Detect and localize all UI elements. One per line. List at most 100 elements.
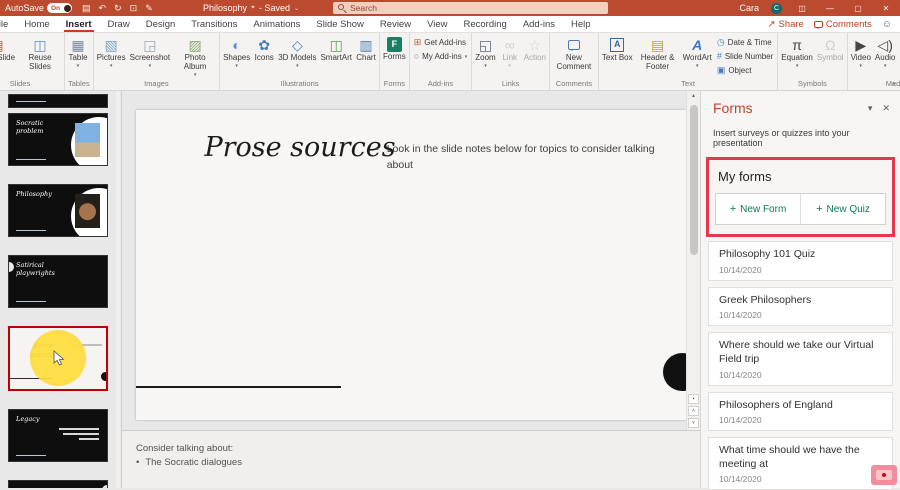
ribbon-photo-album-button[interactable]: ▨ Photo Album ▾ <box>172 34 218 78</box>
forms-list: Philosophy 101 Quiz 10/14/2020 Greek Philo… <box>701 241 900 490</box>
user-name[interactable]: Cara <box>739 3 759 13</box>
tab-recording[interactable]: Recording <box>456 16 515 32</box>
vertical-scrollbar[interactable]: ▴ ▪ ˄ ˅ <box>686 91 700 430</box>
ribbon-date-time-button[interactable]: ◷ Date & Time <box>717 37 773 47</box>
ribbon-text-box-button[interactable]: A Text Box <box>600 34 635 63</box>
button-label: Shapes <box>223 53 251 62</box>
tab-slide-show[interactable]: Slide Show <box>308 16 372 32</box>
comments-button[interactable]: Comments <box>813 19 872 30</box>
previous-slide-button[interactable]: ˄ <box>688 406 699 416</box>
save-icon[interactable]: ▤ <box>82 3 91 14</box>
new-quiz-button[interactable]: + New Quiz <box>800 194 885 224</box>
ribbon-symbol-button[interactable]: Ω Symbol <box>815 34 846 63</box>
ribbon-video-button[interactable]: ▶ Video ▾ <box>849 34 873 69</box>
form-item[interactable]: What time should we have the meeting at 1… <box>708 437 893 490</box>
ribbon-get-add-ins-button[interactable]: ⊞ Get Add-ins <box>414 37 468 47</box>
form-item-name: Greek Philosophers <box>719 293 812 306</box>
tab-draw[interactable]: Draw <box>100 16 138 32</box>
close-button[interactable]: ✕ <box>878 4 894 13</box>
panel-menu-icon[interactable]: ▾ <box>868 103 873 114</box>
form-item[interactable]: Philosophers of England 10/14/2020 <box>708 391 893 432</box>
ribbon-new-slide-button[interactable]: ▤New Slide▾ <box>0 34 17 69</box>
feedback-smiley-icon[interactable]: ☺ <box>882 19 892 30</box>
ribbon-display-options-icon[interactable]: ◫ <box>794 4 810 13</box>
ribbon-group-label: Links <box>501 79 520 88</box>
slide-thumbnail-5[interactable]: Prose sources <box>8 326 108 391</box>
ribbon-wordart-button[interactable]: A WordArt ▾ <box>681 34 714 69</box>
panel-close-icon[interactable]: ✕ <box>882 103 890 114</box>
slide-thumbnail-2[interactable]: Socratic problem <box>8 113 108 166</box>
slide-thumbnail-4[interactable]: Satirical playwrights <box>8 255 108 308</box>
avatar[interactable]: C <box>771 2 782 14</box>
restore-button[interactable]: ▢ <box>850 4 866 13</box>
ribbon-table-button[interactable]: ▦ Table ▾ <box>66 34 90 69</box>
ribbon-screenshot-button[interactable]: ◲ Screenshot ▾ <box>128 34 172 69</box>
form-item-name: Philosophers of England <box>719 398 833 411</box>
new-form-button[interactable]: + New Form <box>716 194 800 224</box>
ribbon-pictures-button[interactable]: ▧ Pictures ▾ <box>95 34 128 69</box>
tab-insert[interactable]: Insert <box>58 16 100 32</box>
tab-review[interactable]: Review <box>372 16 419 32</box>
ribbon-3d-models-button[interactable]: ◇ 3D Models ▾ <box>276 34 318 69</box>
tab-help[interactable]: Help <box>563 16 599 32</box>
ribbon-link-button[interactable]: ∞ Link ▾ <box>498 34 522 69</box>
notes-pane[interactable]: Consider talking about: • The Socratic d… <box>122 430 700 488</box>
undo-icon[interactable]: ↶ <box>99 3 107 14</box>
ribbon-forms-button[interactable]: F Forms <box>381 34 408 62</box>
chevron-down-icon: ⌄ <box>294 5 300 12</box>
tab-design[interactable]: Design <box>138 16 184 32</box>
scroll-up-icon[interactable]: ▴ <box>687 92 700 99</box>
ribbon-shapes-button[interactable]: ◐ Shapes ▾ <box>221 34 252 69</box>
screen-recorder-indicator[interactable] <box>871 465 897 485</box>
present-icon[interactable]: ⊡ <box>130 3 138 14</box>
scroll-handle-button[interactable]: ▪ <box>688 394 699 404</box>
ribbon-audio-button[interactable]: ◁) Audio ▾ <box>873 34 897 69</box>
share-button[interactable]: ↗ Share <box>768 19 804 30</box>
ribbon-icons-button[interactable]: ✿ Icons <box>252 34 276 63</box>
tab-file[interactable]: File <box>0 16 16 32</box>
ribbon-group-links: ◱ Zoom ▾ ∞ Link ▾ ☆ Action Links <box>472 33 550 90</box>
tab-add-ins[interactable]: Add-ins <box>515 16 563 32</box>
redo-icon[interactable]: ↻ <box>114 3 122 14</box>
tab-home[interactable]: Home <box>16 16 57 32</box>
slide-title-textbox[interactable]: Prose sources <box>200 132 400 163</box>
slide-thumbnail-3[interactable]: Philosophy <box>8 184 108 237</box>
slide-canvas[interactable]: Prose sources • Look in the slide notes … <box>136 110 686 420</box>
ribbon-action-button[interactable]: ☆ Action <box>522 34 548 63</box>
slide-thumbnail-1[interactable] <box>8 94 108 108</box>
slide-thumbnail-6[interactable]: Legacy <box>8 409 108 462</box>
thumbnail-text-line <box>59 428 99 430</box>
ribbon-smartart-button[interactable]: ◫ SmartArt <box>318 34 354 63</box>
ribbon-my-add-ins-button[interactable]: ○ My Add-ins ▾ <box>414 51 468 61</box>
saved-status[interactable]: - Saved <box>259 3 290 13</box>
ribbon-header-footer-button[interactable]: ▤ Header & Footer <box>635 34 681 72</box>
slide-body-textbox[interactable]: • Look in the slide notes below for topi… <box>375 142 665 174</box>
minimize-button[interactable]: — <box>822 4 838 13</box>
ribbon-reuse-slides-button[interactable]: ◫ Reuse Slides <box>17 34 63 72</box>
signature-icon[interactable]: ✎ <box>145 3 153 14</box>
form-item[interactable]: Where should we take our Virtual Field t… <box>708 332 893 386</box>
ribbon-new-comment-button[interactable]: New Comment <box>551 34 597 72</box>
ribbon-equation-button[interactable]: π Equation ▾ <box>779 34 815 69</box>
form-item[interactable]: Philosophy 101 Quiz 10/14/2020 <box>708 241 893 281</box>
tab-transitions[interactable]: Transitions <box>183 16 245 32</box>
ribbon-chart-button[interactable]: ▥ Chart <box>354 34 378 63</box>
slide-nav-buttons: ▪ ˄ ˅ <box>688 394 699 428</box>
tab-animations[interactable]: Animations <box>245 16 308 32</box>
form-item[interactable]: Greek Philosophers 10/14/2020 <box>708 286 893 327</box>
collapse-ribbon-icon[interactable]: ˄ <box>892 82 896 89</box>
form-item-date: 10/14/2020 <box>719 415 762 426</box>
scrollbar-thumb[interactable] <box>690 105 698 255</box>
dropdown-caret-icon: ▾ <box>508 62 511 69</box>
ribbon-slide-number-button[interactable]: # Slide Number <box>717 51 773 61</box>
search-input[interactable] <box>333 2 608 14</box>
autosave-control[interactable]: AutoSave On <box>0 3 73 13</box>
ribbon-object-button[interactable]: ▣ Object <box>717 65 773 75</box>
button-label: SmartArt <box>320 53 353 62</box>
ribbon-zoom-button[interactable]: ◱ Zoom ▾ <box>473 34 497 69</box>
autosave-toggle[interactable]: On <box>47 3 73 13</box>
next-slide-button[interactable]: ˅ <box>688 418 699 428</box>
slide-thumbnail-7[interactable]: sources <box>8 480 108 488</box>
thumbnail-scrollbar[interactable] <box>116 91 120 488</box>
tab-view[interactable]: View <box>419 16 455 32</box>
